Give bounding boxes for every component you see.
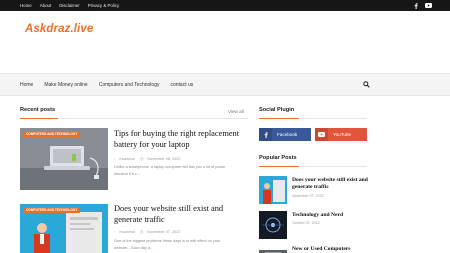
site-logo[interactable]: Askdraz.live (25, 23, 93, 35)
category-badge[interactable]: COMPUTERS AND TECHNOLOGY (23, 131, 81, 137)
youtube-button[interactable]: YouTube (315, 128, 367, 141)
post-date: November 08, 2022 (147, 157, 181, 161)
post-title-line: generate traffic (114, 215, 165, 224)
nav-item-contact[interactable]: contact us (170, 82, 193, 88)
post-author: muzamul (119, 157, 135, 161)
laptop-battery-image (20, 128, 108, 190)
header (0, 11, 450, 73)
user-icon: ◦ (114, 157, 116, 161)
post-excerpt: Unlike a smartphone, a laptop computer w… (114, 164, 254, 178)
post-excerpt: One of the biggest problems these days i… (114, 238, 254, 252)
post-thumbnail[interactable]: COMPUTERS AND TECHNOLOGY (20, 204, 108, 253)
popular-posts-title: Popular Posts (259, 155, 297, 161)
clock-icon: ◷ (139, 157, 144, 161)
popular-thumbnail[interactable] (259, 176, 287, 204)
post-title-line: Does your website still exist and (114, 204, 224, 213)
post-date: November 07, 2022 (147, 230, 181, 234)
excerpt-line: demand if it c... (114, 172, 140, 176)
clock-icon: ◷ (139, 230, 144, 234)
top-bar: Home About Disclaimer Privacy & Policy (0, 0, 450, 11)
view-all-link[interactable]: View all (228, 109, 244, 114)
post-thumbnail[interactable]: COMPUTERS AND TECHNOLOGY (20, 128, 108, 190)
popular-thumbnail[interactable] (259, 211, 287, 239)
post-title-line: battery for your laptop (114, 140, 190, 149)
excerpt-line: Unlike a smartphone, a laptop computer w… (114, 165, 226, 169)
popular-title-line: Technology and Nerd (292, 212, 344, 218)
facebook-icon (259, 128, 272, 141)
popular-post-title[interactable]: Does your website still exist and genera… (292, 177, 372, 191)
top-link-privacy[interactable]: Privacy & Policy (88, 3, 119, 8)
post-meta: ◦ muzamul ◷ November 07, 2022 (114, 229, 185, 234)
popular-title-line: generate traffic (292, 184, 329, 190)
popular-post-date: October 07, 2022 (292, 221, 320, 225)
post-title[interactable]: Does your website still exist and genera… (114, 203, 254, 225)
facebook-label: Facebook (277, 132, 298, 137)
nav-item-home[interactable]: Home (20, 82, 33, 88)
popular-post-title[interactable]: New or Used Computers (292, 246, 372, 253)
youtube-icon[interactable] (425, 3, 432, 8)
facebook-icon[interactable] (414, 2, 418, 9)
top-link-disclaimer[interactable]: Disclaimer (59, 3, 80, 8)
search-icon[interactable] (363, 81, 370, 88)
category-badge[interactable]: COMPUTERS AND TECHNOLOGY (23, 207, 81, 213)
popular-post-title[interactable]: Technology and Nerd (292, 212, 372, 219)
facebook-button[interactable]: Facebook (259, 128, 311, 141)
excerpt-line: One of the biggest problems these days i… (114, 239, 221, 243)
popular-thumbnail[interactable] (259, 245, 287, 253)
post-title-line: Tips for buying the right replacement (114, 129, 240, 138)
popular-post-date: November 07, 2022 (292, 194, 324, 198)
social-plugin-title: Social Plugin (259, 107, 295, 113)
popular-title-line: New or Used Computers (292, 246, 351, 252)
post-title[interactable]: Tips for buying the right replacement ba… (114, 128, 254, 150)
top-link-about[interactable]: About (40, 3, 51, 8)
youtube-icon (315, 128, 328, 141)
post-meta: ◦ muzamul ◷ November 08, 2022 (114, 156, 185, 161)
post-author: muzamul (119, 230, 135, 234)
popular-title-line: Does your website still exist and (292, 177, 368, 183)
nav-item-computers[interactable]: Computers and Technology (99, 82, 160, 88)
top-link-home[interactable]: Home (20, 3, 32, 8)
top-links: Home About Disclaimer Privacy & Policy (20, 0, 119, 11)
user-icon: ◦ (114, 230, 116, 234)
excerpt-line: website... Each day a... (114, 246, 154, 250)
recent-posts-title: Recent posts (20, 107, 56, 113)
main-nav: Home Make Money online Computers and Tec… (0, 73, 450, 96)
youtube-label: YouTube (333, 132, 352, 137)
top-social (414, 0, 432, 11)
social-accent (259, 117, 299, 119)
popular-accent (259, 165, 299, 167)
recent-accent (20, 117, 58, 119)
nav-item-make-money[interactable]: Make Money online (44, 82, 87, 88)
